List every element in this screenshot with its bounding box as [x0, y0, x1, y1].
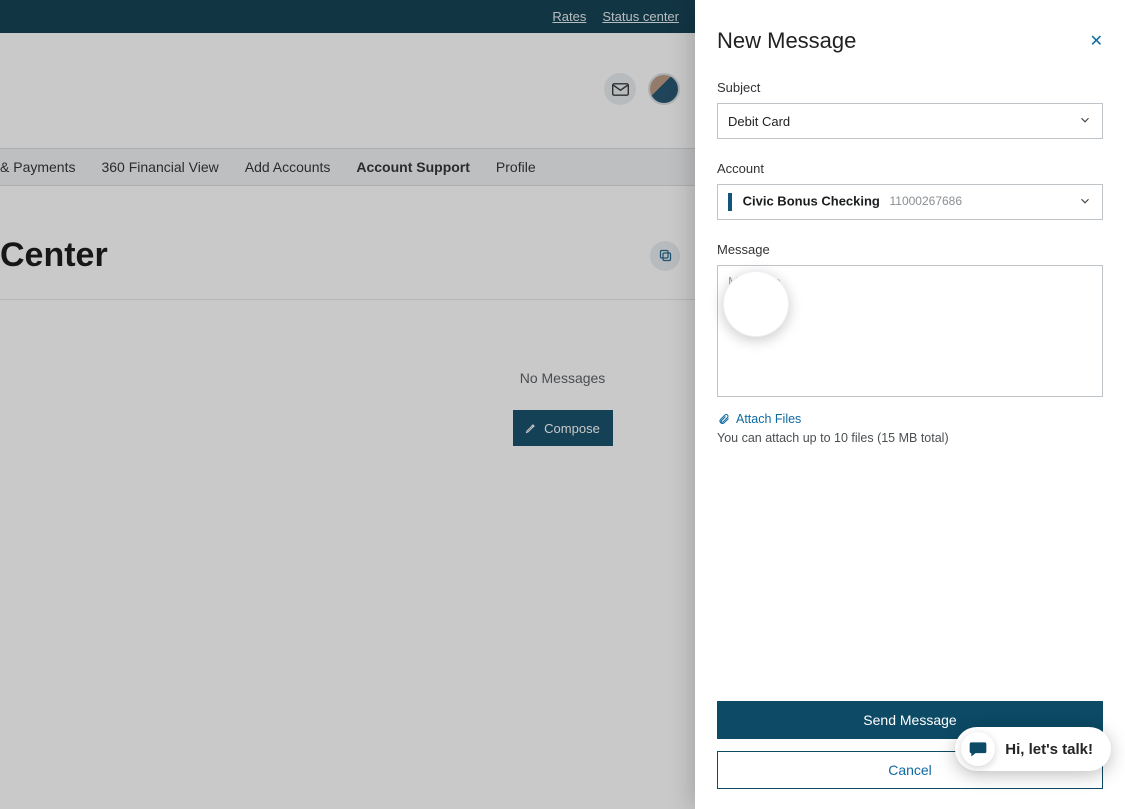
close-icon[interactable]: ✕ [1090, 31, 1103, 51]
tab-payments[interactable]: & Payments [0, 159, 75, 175]
subject-select[interactable]: Debit Card [717, 103, 1103, 139]
avatar[interactable] [648, 73, 680, 105]
account-name: Civic Bonus Checking [743, 193, 880, 208]
copy-icon[interactable] [650, 241, 680, 271]
subject-label: Subject [717, 80, 1103, 95]
message-textarea[interactable] [717, 265, 1103, 397]
paperclip-icon [717, 413, 731, 425]
message-label: Message [717, 242, 1103, 257]
account-color-bar [728, 193, 732, 211]
account-label: Account [717, 161, 1103, 176]
compose-label: Compose [544, 421, 600, 436]
tab-360-financial-view[interactable]: 360 Financial View [101, 159, 218, 175]
chat-bubble-icon [961, 732, 995, 766]
chat-widget-text: Hi, let's talk! [1005, 741, 1093, 758]
drawer-title: New Message [717, 28, 856, 54]
tab-add-accounts[interactable]: Add Accounts [245, 159, 331, 175]
compose-button[interactable]: Compose [513, 410, 613, 446]
chat-widget[interactable]: Hi, let's talk! [955, 727, 1111, 771]
new-message-drawer: New Message ✕ Subject Debit Card Account… [695, 0, 1125, 809]
chevron-down-icon [1078, 194, 1092, 211]
attach-hint: You can attach up to 10 files (15 MB tot… [717, 431, 1103, 445]
attach-files-link[interactable]: Attach Files [717, 412, 801, 426]
subject-value: Debit Card [728, 114, 790, 129]
tab-profile[interactable]: Profile [496, 159, 536, 175]
link-rates[interactable]: Rates [552, 9, 586, 24]
mail-icon[interactable] [604, 73, 636, 105]
account-number: 11000267686 [890, 194, 963, 208]
chevron-down-icon [1078, 113, 1092, 130]
account-select[interactable]: Civic Bonus Checking 11000267686 [717, 184, 1103, 220]
link-status-center[interactable]: Status center [602, 9, 679, 24]
tab-account-support[interactable]: Account Support [356, 159, 470, 175]
page-title: Center [0, 236, 108, 275]
attach-files-label: Attach Files [736, 412, 801, 426]
